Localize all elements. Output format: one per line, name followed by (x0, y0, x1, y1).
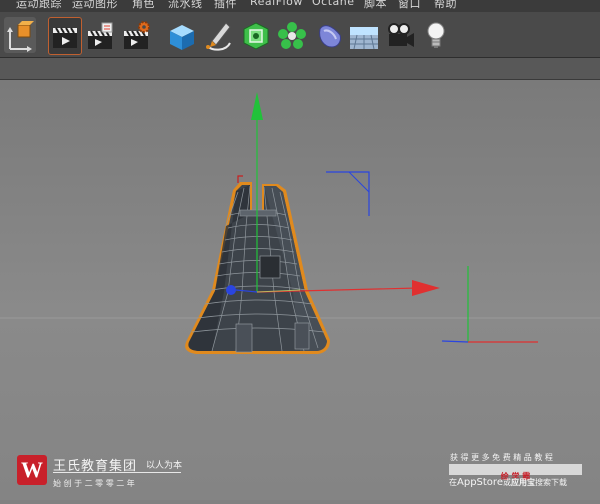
company-logo: W (17, 455, 47, 485)
camera-icon (388, 23, 414, 47)
render-settings-button[interactable] (120, 17, 152, 53)
company-founded: 始 创 于 二 零 零 二 年 (53, 479, 135, 488)
menu-realflow[interactable]: RealFlow (250, 0, 303, 8)
render-to-picture-viewer-button[interactable] (84, 17, 116, 53)
subdivision-surface-icon (243, 22, 269, 50)
gizmo-y-arrow[interactable] (251, 92, 263, 120)
main-toolbar (0, 12, 600, 58)
subdivision-surface-button[interactable] (240, 17, 272, 53)
promo-line-3: 在AppStore或应用宝搜索下载 (449, 477, 567, 488)
cloner-icon (278, 22, 306, 49)
coordinate-system-icon (7, 21, 34, 52)
company-motto: 以人为本 (146, 461, 183, 471)
pen-spline-icon (206, 22, 231, 51)
bounding-bracket (326, 171, 370, 216)
render-view-button[interactable] (48, 17, 82, 55)
cube-primitive-button[interactable] (166, 17, 198, 53)
light-icon (427, 22, 445, 48)
floor-environment-icon (350, 27, 378, 50)
cloner-button[interactable] (276, 17, 308, 53)
menu-plugins[interactable]: 插件 (214, 0, 237, 11)
pen-spline-button[interactable] (202, 17, 234, 53)
promo-brand-box: 绘 学 霸 (449, 464, 582, 481)
camera-button[interactable] (384, 17, 416, 53)
cube-primitive-icon (170, 25, 194, 50)
company-divider (53, 472, 181, 473)
menu-bar: 运动跟踪 运动图形 角色 流水线 插件 RealFlow Octane 脚本 窗… (0, 0, 600, 12)
3d-viewport[interactable] (0, 80, 600, 500)
viewport-scene (0, 92, 600, 354)
menu-motion-tracking[interactable]: 运动跟踪 (16, 0, 62, 11)
render-view-icon (53, 27, 77, 48)
menu-character[interactable]: 角色 (132, 0, 155, 11)
menu-mograph[interactable]: 运动图形 (72, 0, 118, 11)
gizmo-x-arrow[interactable] (412, 280, 440, 296)
world-axis-indicator (441, 266, 538, 343)
menu-window[interactable]: 窗口 (398, 0, 421, 11)
menu-octane[interactable]: Octane (312, 0, 355, 8)
promo-line-1: 获 得 更 多 免 费 精 品 教 程 (450, 453, 553, 462)
menu-script[interactable]: 脚本 (364, 0, 387, 11)
gizmo-z-handle[interactable] (226, 285, 236, 295)
selection-corner-marker (237, 175, 243, 183)
menu-pipeline[interactable]: 流水线 (168, 0, 203, 11)
viewport-header-bar (0, 58, 600, 80)
deformer-button[interactable] (314, 17, 346, 53)
deformer-icon (319, 25, 341, 48)
render-settings-icon (124, 21, 150, 49)
render-to-picture-viewer-icon (88, 22, 113, 49)
coordinate-system-button[interactable] (4, 17, 36, 53)
light-button[interactable] (420, 17, 452, 53)
floor-environment-button[interactable] (348, 17, 380, 53)
menu-help[interactable]: 帮助 (434, 0, 457, 11)
